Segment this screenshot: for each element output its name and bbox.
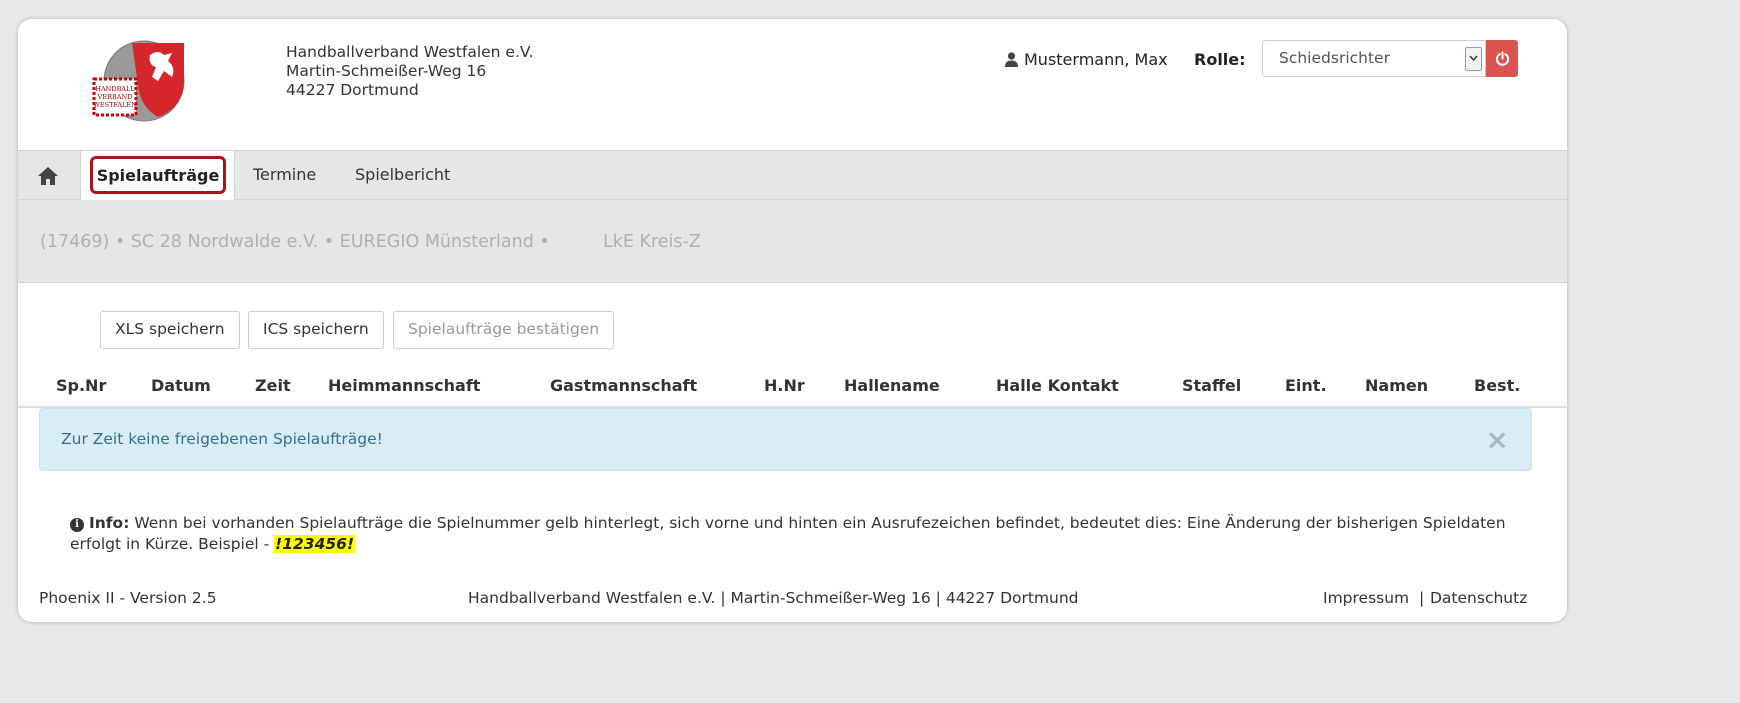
column-header[interactable]: H.Nr xyxy=(764,376,805,395)
column-header[interactable]: Staffel xyxy=(1182,376,1241,395)
chevron-down-icon[interactable] xyxy=(1465,47,1482,71)
datenschutz-link[interactable]: Datenschutz xyxy=(1430,589,1527,607)
column-header[interactable]: Best. xyxy=(1474,376,1520,395)
role-select-value: Schiedsrichter xyxy=(1279,49,1390,67)
confirm-assignments-button[interactable]: Spielaufträge bestätigen xyxy=(393,311,615,349)
version-text: Phoenix II - Version 2.5 xyxy=(39,589,217,607)
user-icon xyxy=(1005,52,1018,67)
footer-address: Handballverband Westfalen e.V. | Martin-… xyxy=(468,589,1079,607)
column-header[interactable]: Datum xyxy=(151,376,211,395)
xls-save-button[interactable]: XLS speichern xyxy=(100,311,240,349)
example-highlight: !123456! xyxy=(274,535,356,553)
column-header[interactable]: Eint. xyxy=(1285,376,1327,395)
role-label: Rolle: xyxy=(1194,50,1246,69)
tab-spielbericht[interactable]: Spielbericht xyxy=(355,151,450,201)
info-note: i Info: Wenn bei vorhanden Spielaufträge … xyxy=(70,513,1510,555)
context-bar: (17469) • SC 28 Nordwalde e.V. • EUREGIO… xyxy=(18,200,1567,283)
empty-state-alert: Zur Zeit keine freigebenen Spielaufträge… xyxy=(39,408,1532,471)
column-header[interactable]: Heimmannschaft xyxy=(328,376,480,395)
tab-termine[interactable]: Termine xyxy=(253,151,316,201)
logo-text-2: VERBAND xyxy=(97,93,133,101)
user-info: Mustermann, Max xyxy=(1005,50,1168,69)
column-header[interactable]: Gastmannschaft xyxy=(550,376,697,395)
user-name: Mustermann, Max xyxy=(1024,50,1168,69)
ics-save-button[interactable]: ICS speichern xyxy=(248,311,384,349)
logo-text-3: WESTFALEN xyxy=(93,101,137,109)
logo-text-1: HANDBALL xyxy=(95,85,135,93)
alert-message: Zur Zeit keine freigebenen Spielaufträge… xyxy=(61,430,383,448)
column-header[interactable]: Zeit xyxy=(255,376,291,395)
power-icon xyxy=(1495,51,1509,66)
context-staffel: LkE Kreis-Z xyxy=(603,232,701,252)
page-footer: Phoenix II - Version 2.5 Handballverband… xyxy=(18,586,1567,622)
column-header[interactable]: Halle Kontakt xyxy=(996,376,1119,395)
tab-spielauftraege-label: Spielaufträge xyxy=(90,156,226,194)
address-line-3: 44227 Dortmund xyxy=(286,81,419,99)
address-line-1: Handballverband Westfalen e.V. xyxy=(286,43,534,61)
verband-logo: HANDBALL VERBAND WESTFALEN xyxy=(92,40,185,122)
info-icon: i xyxy=(70,518,84,532)
home-icon[interactable] xyxy=(36,164,60,188)
column-header[interactable]: Sp.Nr xyxy=(56,376,106,395)
main-nav: Spielaufträge Termine Spielbericht xyxy=(18,150,1567,202)
info-label: Info: xyxy=(89,514,130,532)
logout-button[interactable] xyxy=(1486,40,1518,77)
address-line-2: Martin-Schmeißer-Weg 16 xyxy=(286,62,487,80)
impressum-link[interactable]: Impressum xyxy=(1323,589,1409,607)
context-club: (17469) • SC 28 Nordwalde e.V. • EUREGIO… xyxy=(40,232,550,252)
address-block: Handballverband Westfalen e.V. Martin-Sc… xyxy=(286,43,533,100)
table-header: Sp.Nr Datum Zeit Heimmannschaft Gastmann… xyxy=(18,351,1567,408)
close-icon[interactable]: × xyxy=(1486,426,1509,454)
column-header[interactable]: Namen xyxy=(1365,376,1428,395)
footer-separator: | xyxy=(1419,589,1425,607)
main-card: HANDBALL VERBAND WESTFALEN Handballverba… xyxy=(18,19,1567,622)
tab-spielauftraege[interactable]: Spielaufträge xyxy=(80,151,235,202)
column-header[interactable]: Hallename xyxy=(844,376,940,395)
role-select[interactable]: Schiedsrichter xyxy=(1262,40,1486,77)
page-header: HANDBALL VERBAND WESTFALEN Handballverba… xyxy=(18,19,1567,150)
